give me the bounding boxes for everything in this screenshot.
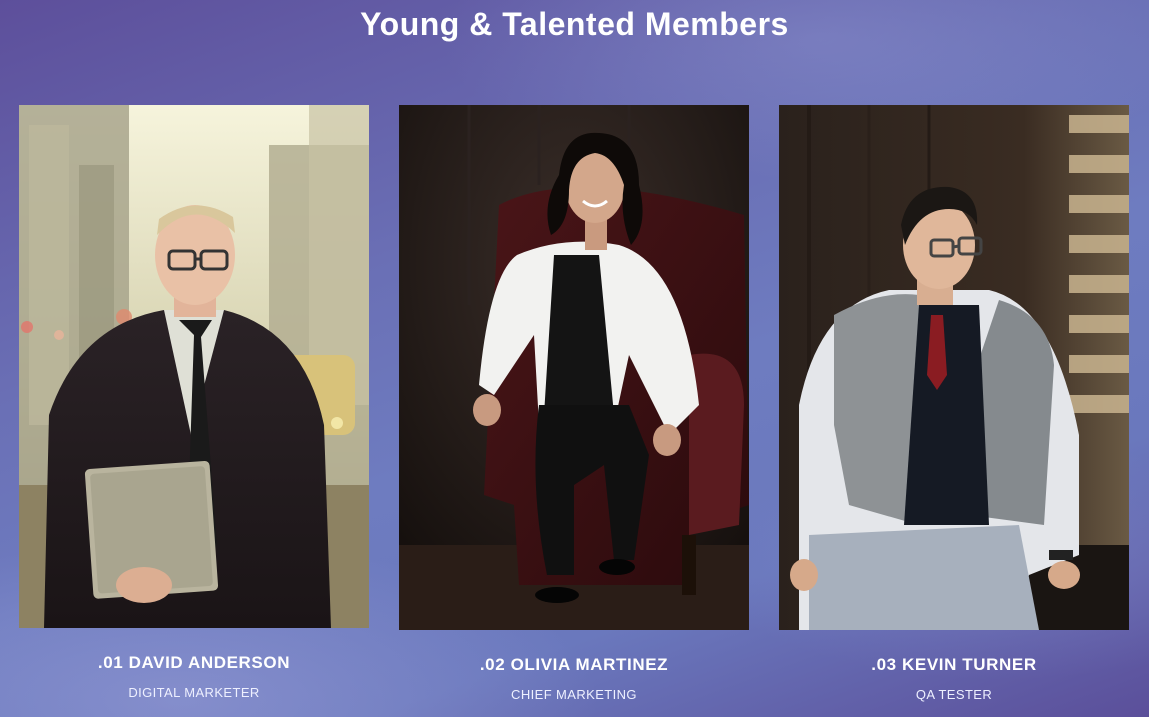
member-name[interactable]: .02 OLIVIA MARTINEZ: [399, 655, 749, 675]
member-photo-2[interactable]: [399, 105, 749, 630]
member-caption-2: .02 OLIVIA MARTINEZ CHIEF MARKETING: [399, 655, 749, 702]
member-role: DIGITAL MARKETER: [128, 685, 260, 700]
man-street-photo-icon: [19, 105, 369, 628]
member-name[interactable]: .01 DAVID ANDERSON: [19, 653, 369, 673]
member-photo-3[interactable]: [779, 105, 1129, 630]
woman-chair-photo-icon: [399, 105, 749, 630]
member-caption-1: .01 DAVID ANDERSON DIGITAL MARKETER: [19, 653, 369, 700]
man-vest-photo-icon: [779, 105, 1129, 630]
member-card-3[interactable]: .03 KEVIN TURNER QA TESTER: [779, 105, 1129, 702]
member-role: CHIEF MARKETING: [511, 687, 637, 702]
member-card-2[interactable]: .02 OLIVIA MARTINEZ CHIEF MARKETING: [399, 105, 749, 702]
member-photo-1[interactable]: [19, 105, 369, 628]
member-role: QA TESTER: [915, 687, 993, 702]
member-name[interactable]: .03 KEVIN TURNER: [779, 655, 1129, 675]
member-caption-3: .03 KEVIN TURNER QA TESTER: [779, 655, 1129, 702]
member-card-1[interactable]: .01 DAVID ANDERSON DIGITAL MARKETER: [19, 105, 369, 700]
section-title: Young & Talented Members: [360, 6, 789, 42]
